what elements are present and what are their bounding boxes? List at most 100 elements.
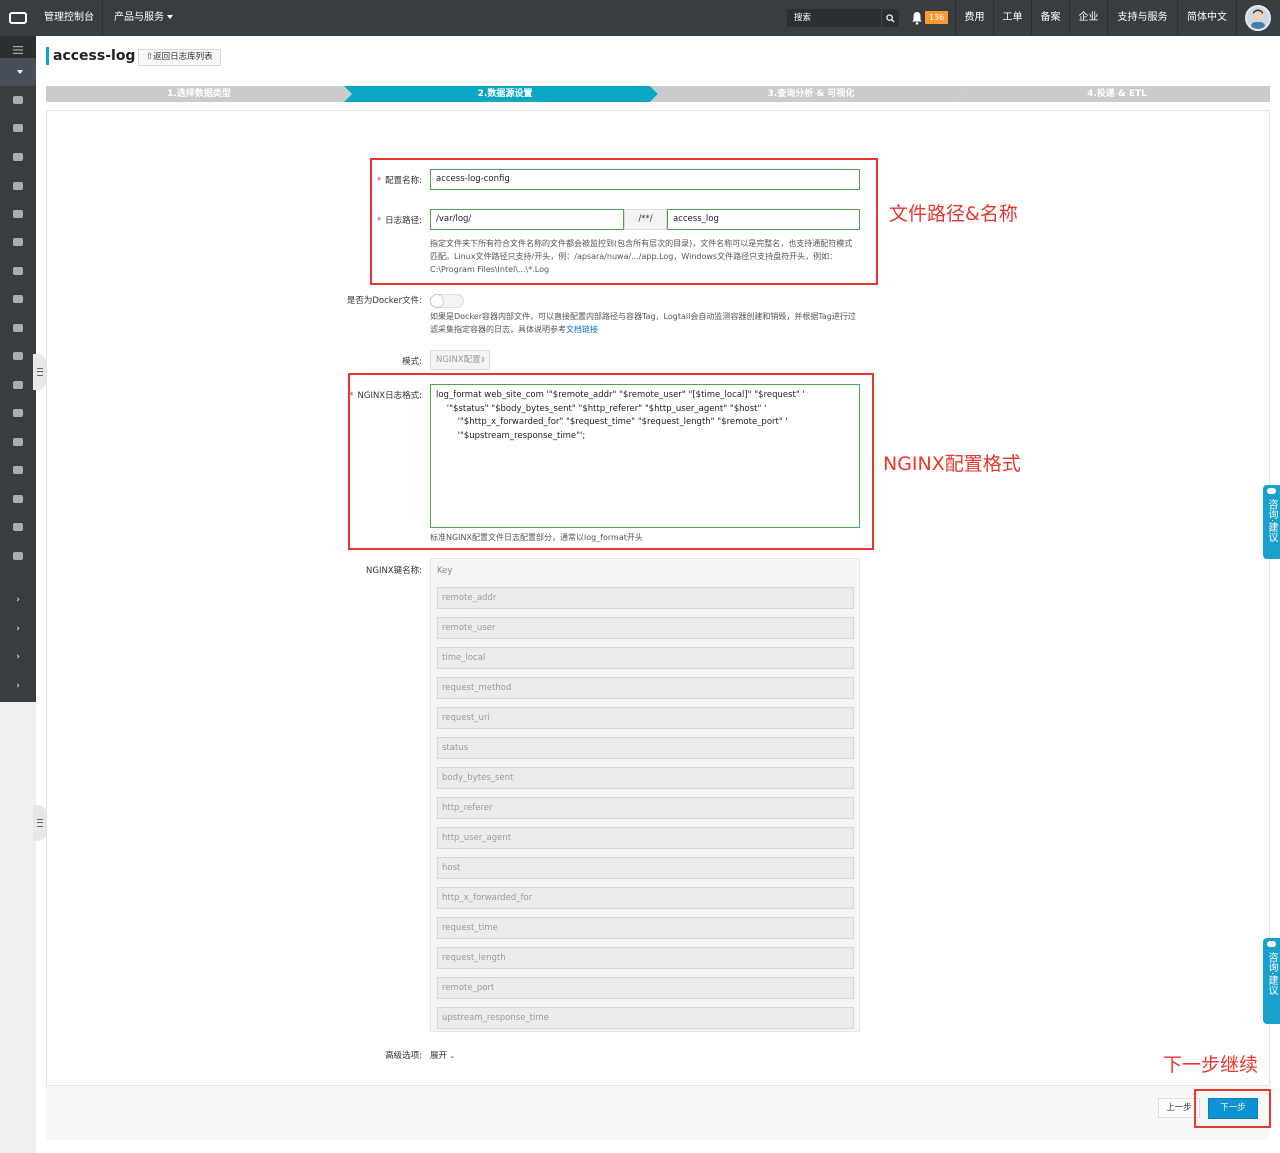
nav-tickets[interactable]: 工单 — [993, 0, 1031, 36]
sidebar-item-13[interactable] — [0, 428, 36, 456]
docs-link[interactable]: 文档链接 — [566, 325, 598, 334]
key-field: time_local — [437, 647, 854, 669]
refresh-icon — [13, 267, 23, 275]
sidebar-item-10[interactable] — [0, 342, 36, 370]
chat-icon — [1267, 941, 1276, 947]
avatar[interactable] — [1245, 5, 1271, 31]
consult-tab-top[interactable]: 咨询·建议 — [1263, 485, 1280, 559]
sidebar-item-6[interactable] — [0, 228, 36, 256]
docker-help: 如果是Docker容器内部文件，可以直接配置内部路径与容器Tag，Logtail… — [430, 310, 860, 336]
annotation-nginx: NGINX配置格式 — [883, 453, 1021, 475]
nodes-icon — [13, 409, 23, 417]
mode-value: NGINX配置 — [436, 355, 481, 365]
search-button[interactable] — [881, 9, 899, 27]
advanced-expand-toggle[interactable]: 展开 ⌄ — [430, 1049, 455, 1061]
step-3: 3.查询分析 & 可视化 — [767, 89, 855, 99]
annotation-box-file-path — [370, 158, 878, 285]
chevron-down-icon — [16, 70, 23, 74]
back-label: 返回日志库列表 — [153, 52, 213, 62]
sidebar-item-1[interactable] — [0, 86, 36, 114]
search-doc-icon — [13, 381, 23, 389]
key-field: request_method — [437, 677, 854, 699]
user-avatar-icon — [1251, 9, 1265, 29]
chevron-down-icon: ⌄ — [447, 1052, 456, 1060]
drag-handle-icon — [37, 819, 43, 827]
nav-language[interactable]: 简体中文 — [1177, 0, 1237, 36]
step-4: 4.投递 & ETL — [1087, 89, 1147, 99]
sidebar-item-17[interactable] — [0, 542, 36, 570]
console-link[interactable]: 管理控制台 — [36, 0, 103, 36]
list-icon — [13, 324, 23, 332]
cloud-upload-icon — [13, 352, 23, 360]
select-arrows-icon: ⇕ — [480, 356, 486, 364]
mode-select[interactable]: NGINX配置 ⇕ — [430, 350, 490, 370]
consult-tab-bottom[interactable]: 咨询·建议 — [1263, 938, 1280, 1024]
server-icon — [13, 96, 23, 104]
cloud-sync-icon — [13, 438, 23, 446]
title-accent — [46, 47, 49, 65]
sidebar-collapse[interactable] — [0, 58, 36, 86]
search-input[interactable]: 搜索 — [787, 9, 881, 27]
aliyun-logo[interactable] — [0, 0, 36, 36]
nginx-keys-panel: Key remote_addr remote_user time_local r… — [430, 558, 860, 1032]
sidebar-expand-4[interactable]: › — [0, 672, 36, 700]
key-field: request_length — [437, 947, 854, 969]
sidebar-item-8[interactable] — [0, 285, 36, 313]
nav-enterprise[interactable]: 企业 — [1069, 0, 1107, 36]
annotation-box-next — [1194, 1089, 1271, 1128]
consult-label: 咨询·建议 — [1266, 952, 1277, 996]
key-field: http_referer — [437, 797, 854, 819]
advanced-label: 高级选项: — [385, 1051, 422, 1061]
sidebar-item-9[interactable] — [0, 314, 36, 342]
sidebar-item-15[interactable] — [0, 485, 36, 513]
sidebar-item-4[interactable] — [0, 172, 36, 200]
key-field: request_time — [437, 917, 854, 939]
key-field: upstream_response_time — [437, 1007, 854, 1029]
sidebar-item-14[interactable] — [0, 456, 36, 484]
back-to-logstores-button[interactable]: ⇧返回日志库列表 — [138, 49, 221, 66]
chevron-right-icon: › — [16, 681, 20, 691]
bell-icon[interactable] — [911, 11, 923, 25]
docker-label: 是否为Docker文件: — [346, 296, 422, 306]
chevron-right-icon: › — [16, 624, 20, 634]
sidebar-item-11[interactable] — [0, 371, 36, 399]
sidebar-item-7[interactable] — [0, 257, 36, 285]
sidebar: › › › › — [0, 36, 36, 702]
key-field: remote_port — [437, 977, 854, 999]
step-1: 1.选择数据类型 — [167, 89, 231, 99]
nav-billing[interactable]: 费用 — [955, 0, 993, 36]
sidebar-expand-3[interactable]: › — [0, 643, 36, 671]
products-menu[interactable]: 产品与服务 — [106, 0, 181, 36]
key-field: status — [437, 737, 854, 759]
sidebar-expand-2[interactable]: › — [0, 615, 36, 643]
layers-icon — [13, 495, 23, 503]
database-icon — [13, 124, 23, 132]
products-label: 产品与服务 — [114, 12, 164, 23]
chevron-right-icon: › — [16, 595, 20, 605]
page-title: access-log — [53, 48, 136, 64]
nav-icp[interactable]: 备案 — [1031, 0, 1069, 36]
annotation-box-nginx — [348, 373, 874, 550]
sidebar-expand-1[interactable]: › — [0, 586, 36, 614]
wizard-steps: 1.选择数据类型 2.数据源设置 3.查询分析 & 可视化 4.投递 & ETL — [46, 86, 1270, 102]
docker-toggle[interactable] — [430, 294, 464, 308]
wave-icon — [13, 295, 23, 303]
consult-label: 咨询·建议 — [1266, 499, 1277, 543]
logo-icon — [9, 12, 27, 24]
sidebar-drag-handle[interactable] — [33, 805, 47, 841]
gauge-icon — [13, 552, 23, 560]
sidebar-item-12[interactable] — [0, 399, 36, 427]
mode-label: 模式: — [402, 357, 422, 367]
sidebar-item-3[interactable] — [0, 143, 36, 171]
nav-support[interactable]: 支持与服务 — [1107, 0, 1177, 36]
sidebar-item-16[interactable] — [0, 513, 36, 541]
network-icon — [13, 153, 23, 161]
key-field: remote_user — [437, 617, 854, 639]
notification-badge[interactable]: 136 — [925, 11, 949, 24]
sidebar-drag-handle[interactable] — [33, 354, 47, 390]
key-field: body_bytes_sent — [437, 767, 854, 789]
key-field: http_user_agent — [437, 827, 854, 849]
sidebar-item-2[interactable] — [0, 114, 36, 142]
sidebar-item-5[interactable] — [0, 200, 36, 228]
cross-icon — [13, 210, 23, 218]
